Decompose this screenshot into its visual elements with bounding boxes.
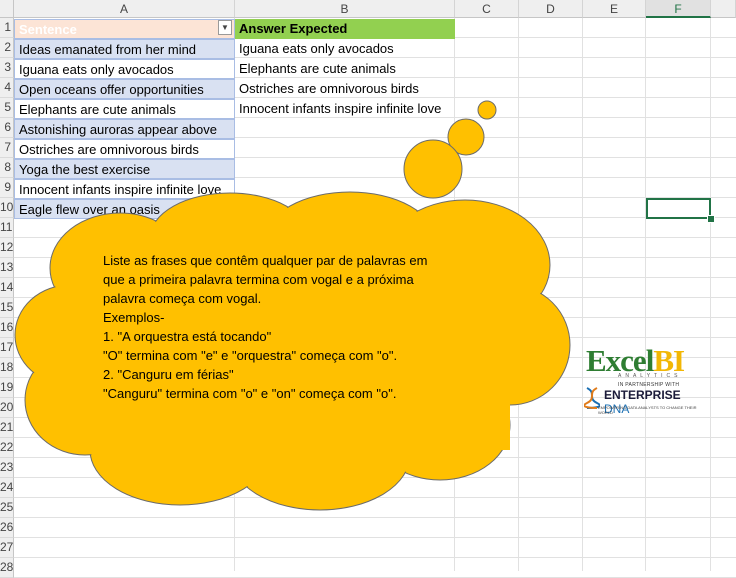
cloud-line: 2. "Canguru em férias" bbox=[103, 367, 234, 382]
cloud-line: Liste as frases que contêm qualquer par … bbox=[103, 253, 428, 268]
excelbi-logo: ExcelBI ANALYTICS IN PARTNERSHIP WITH EN… bbox=[584, 343, 708, 416]
cloud-line: "Canguru" termina com "o" e "on" começa … bbox=[103, 386, 397, 401]
cloud-line: Exemplos- bbox=[103, 310, 165, 325]
spreadsheet: A B C D E F 1 2 3 4 5 6 7 8 9 10 11 12 13 14 15 16 17 18 1… bbox=[0, 0, 736, 578]
cloud-instructions: Liste as frases que contêm qualquer par … bbox=[103, 251, 463, 403]
logo-enterprise-text: ENTERPRISE bbox=[604, 388, 681, 402]
cloud-line: 1. "A orquestra está tocando" bbox=[103, 329, 272, 344]
logo-analytics-text: ANALYTICS bbox=[618, 373, 682, 379]
cloud-line: "O" termina com "e" e "orquestra" começa… bbox=[103, 348, 398, 363]
thought-bubble-large bbox=[403, 139, 463, 199]
logo-tagline: EMPOWERING DATA ANALYSTS TO CHANGE THEIR… bbox=[598, 405, 697, 415]
cloud-line: que a primeira palavra termina com vogal… bbox=[103, 272, 414, 287]
thought-bubble-small bbox=[477, 100, 497, 120]
cloud-line: palavra começa com vogal. bbox=[103, 291, 262, 306]
